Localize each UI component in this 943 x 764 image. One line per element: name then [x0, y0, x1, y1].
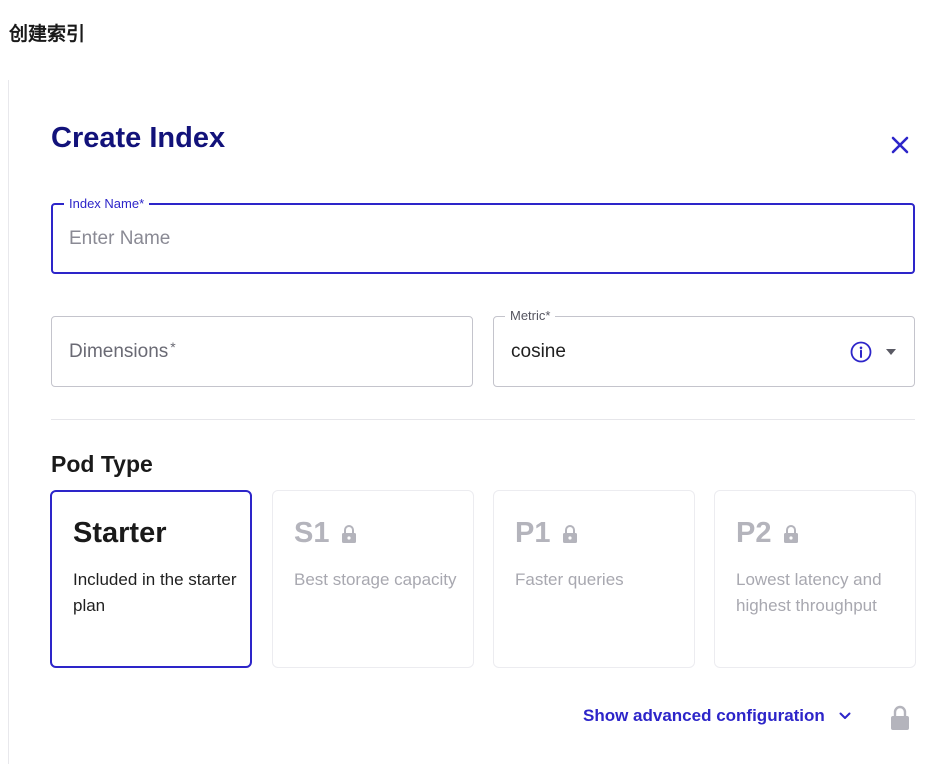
index-name-field[interactable]: Index Name*	[51, 196, 915, 274]
section-divider	[51, 419, 915, 420]
modal-title: Create Index	[51, 122, 226, 154]
caret-down-icon[interactable]	[884, 347, 898, 357]
lock-icon	[784, 524, 799, 543]
info-icon[interactable]	[850, 341, 872, 363]
pod-card-p2[interactable]: P2 Lowest latency and highest throughput	[714, 490, 916, 668]
pod-type-title: Pod Type	[51, 451, 153, 477]
metric-select[interactable]: Metric* cosine	[493, 308, 915, 387]
pod-description: Included in the starter plan	[73, 570, 237, 615]
pod-description: Best storage capacity	[294, 570, 457, 589]
page-heading: 创建索引	[9, 23, 86, 45]
pod-name-row: P1	[515, 517, 578, 550]
dimensions-field[interactable]: Dimensions *	[51, 316, 473, 387]
chevron-down-icon	[839, 712, 851, 719]
pod-name: S1	[294, 517, 330, 549]
pod-card-s1[interactable]: S1 Best storage capacity	[272, 490, 474, 668]
lock-icon	[891, 705, 909, 730]
pod-name-row: S1	[294, 517, 357, 550]
lock-icon	[342, 524, 357, 543]
show-advanced-configuration-button[interactable]: Show advanced configuration	[583, 706, 851, 726]
pod-name: Starter	[73, 517, 167, 549]
pod-name-row: P2	[736, 517, 799, 550]
pod-description: Faster queries	[515, 570, 624, 589]
pod-card-p1[interactable]: P1 Faster queries	[493, 490, 695, 668]
pod-card-starter[interactable]: Starter Included in the starter plan	[50, 490, 252, 668]
lock-icon	[563, 524, 578, 543]
close-icon	[891, 136, 909, 154]
panel-divider	[8, 80, 9, 764]
advanced-label: Show advanced configuration	[583, 706, 825, 725]
pod-description: Lowest latency and highest throughput	[736, 570, 882, 615]
metric-value: cosine	[511, 340, 566, 362]
pod-name: P1	[515, 517, 551, 549]
close-button[interactable]	[885, 130, 915, 160]
pod-name: P2	[736, 517, 772, 549]
dimensions-label: Dimensions *	[69, 338, 176, 362]
index-name-input[interactable]	[69, 205, 897, 272]
